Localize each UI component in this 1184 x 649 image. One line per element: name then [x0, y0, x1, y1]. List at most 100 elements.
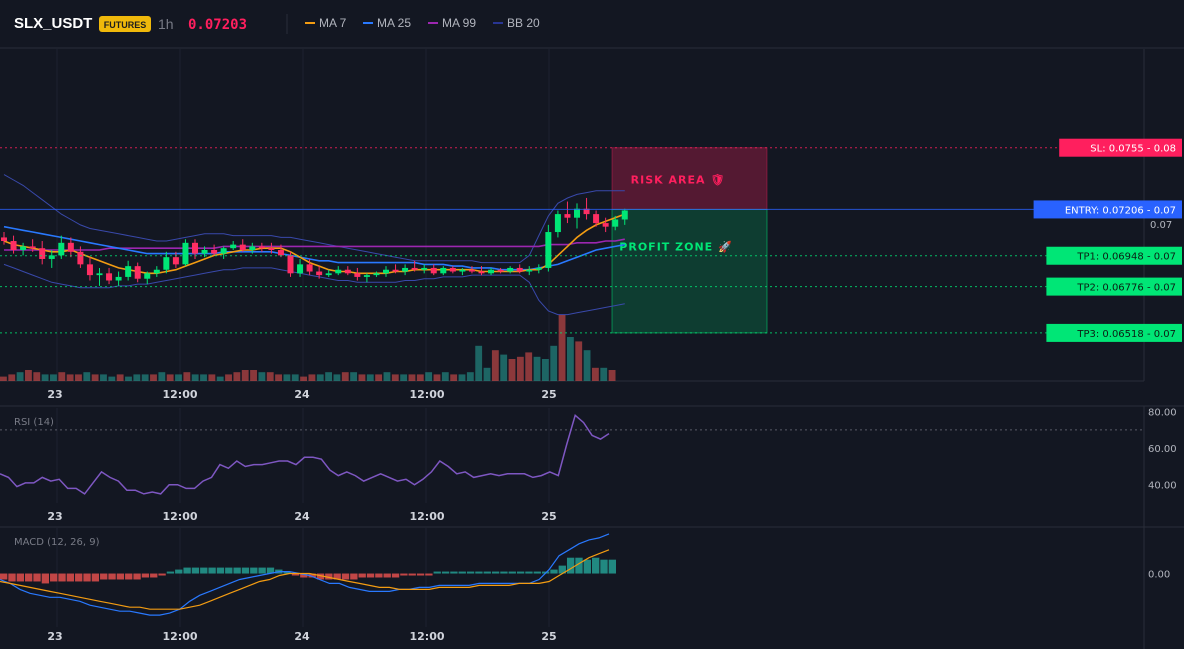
symbol-label[interactable]: SLX_USDT — [14, 15, 92, 32]
time-tick-rsi-1: 12:00 — [162, 510, 197, 523]
macd-histogram-bar — [416, 573, 425, 576]
volume-bar — [533, 356, 541, 381]
candle-body — [163, 257, 170, 270]
candle-body — [335, 269, 342, 274]
macd-histogram-bar — [483, 571, 491, 574]
volume-bar — [416, 374, 424, 381]
macd-histogram-bar — [433, 571, 441, 574]
volume-bar — [283, 374, 291, 381]
risk-area-label: RISK AREA 🛡 — [631, 174, 726, 187]
volume-bar — [600, 367, 608, 381]
candle-body — [86, 264, 93, 276]
time-tick-rsi-0: 23 — [47, 510, 62, 523]
macd-histogram-bar — [158, 573, 166, 576]
volume-bar — [541, 359, 549, 381]
volume-bar — [500, 354, 508, 381]
candle-body — [612, 219, 619, 227]
volume-bar — [116, 374, 124, 381]
candle-body — [172, 257, 179, 265]
candle-body — [421, 267, 428, 270]
macd-histogram-bar — [500, 571, 508, 574]
volume-bar — [83, 372, 91, 381]
macd-histogram-bar — [16, 573, 25, 582]
candle-body — [192, 242, 198, 254]
candle-body — [258, 246, 265, 249]
volume-bar — [66, 374, 74, 381]
time-tick-macd-3: 12:00 — [409, 630, 444, 643]
volume-bar — [16, 372, 24, 381]
macd-histogram-bar — [475, 571, 483, 574]
volume-bar — [458, 374, 466, 381]
volume-bar — [341, 372, 349, 381]
volume-bar — [491, 350, 499, 381]
time-tick-1: 12:00 — [162, 388, 197, 401]
macd-histogram-bar — [216, 567, 225, 574]
candle-body — [144, 273, 151, 279]
volume-bar — [483, 367, 491, 381]
candle-body — [593, 214, 600, 224]
candle-body — [249, 246, 256, 250]
macd-histogram-bar — [608, 559, 616, 574]
macd-histogram-bar — [125, 573, 133, 580]
rsi-tick-0: 80.00 — [1148, 408, 1177, 419]
volume-bar — [316, 374, 324, 381]
candle-body — [96, 273, 103, 276]
candle-body — [220, 248, 227, 254]
volume-bar — [8, 374, 16, 381]
candle-body — [574, 208, 580, 218]
candle-body — [497, 269, 504, 272]
candle-body — [134, 266, 141, 279]
volume-bar — [208, 374, 216, 381]
chart-canvas[interactable]: SLX_USDT FUTURES 1h 0.07203 MA 7 MA 25 MA … — [0, 0, 1184, 649]
volume-bar — [0, 376, 7, 381]
candle-body — [468, 269, 475, 272]
macd-label: MACD (12, 26, 9) — [14, 537, 100, 548]
volume-bar — [383, 372, 391, 381]
legend-label-3: BB 20 — [507, 16, 540, 30]
candle-body — [20, 246, 27, 250]
macd-histogram-bar — [425, 573, 433, 576]
macd-histogram-bar — [366, 573, 375, 578]
macd-histogram-bar — [50, 573, 58, 582]
macd-histogram-bar — [108, 573, 116, 580]
candle-body — [153, 269, 160, 274]
macd-histogram-bar — [183, 567, 191, 574]
candle-body — [354, 273, 361, 277]
volume-bar — [291, 374, 299, 381]
tp2-label: TP2: 0.06776 - 0.07 — [1076, 283, 1176, 294]
volume-bar — [325, 372, 333, 381]
time-tick-macd-2: 24 — [294, 630, 310, 643]
volume-bar — [25, 370, 32, 381]
volume-bar — [608, 370, 616, 381]
macd-histogram-bar — [533, 571, 541, 574]
macd-histogram-bar — [83, 573, 91, 582]
candle-body — [535, 267, 542, 270]
candle-body — [230, 244, 237, 249]
volume-bar — [108, 376, 116, 381]
volume-bar — [191, 374, 199, 381]
tp3-label: TP3: 0.06518 - 0.07 — [1076, 329, 1176, 340]
macd-histogram-bar — [358, 573, 366, 578]
macd-histogram-bar — [600, 559, 608, 574]
macd-histogram-bar — [75, 573, 83, 582]
volume-bar — [591, 367, 599, 381]
candle-body — [306, 264, 313, 272]
volume-bar — [133, 374, 141, 381]
candle-body — [287, 255, 294, 274]
volume-bar — [575, 341, 583, 381]
time-tick-macd-0: 23 — [47, 630, 62, 643]
volume-bar — [250, 370, 257, 381]
volume-bar — [308, 374, 316, 381]
volume-bar — [525, 352, 533, 381]
time-tick-rsi-3: 12:00 — [409, 510, 444, 523]
macd-histogram-bar — [400, 573, 408, 576]
volume-bar — [375, 374, 383, 381]
macd-histogram-bar — [225, 567, 233, 574]
macd-histogram-bar — [341, 573, 350, 580]
macd-histogram-bar — [150, 573, 158, 578]
interval-label[interactable]: 1h — [158, 16, 174, 32]
volume-bar — [391, 374, 399, 381]
volume-bar — [266, 372, 274, 381]
volume-bar — [241, 370, 249, 381]
time-tick-macd-1: 12:00 — [162, 630, 197, 643]
